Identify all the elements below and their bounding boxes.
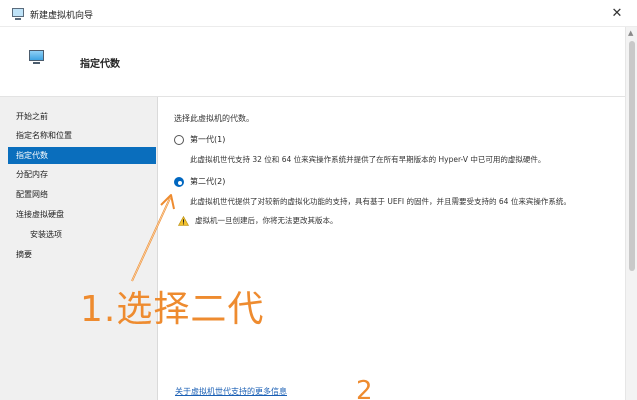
- gen2-option[interactable]: 第二代(2): [174, 176, 225, 187]
- gen1-option[interactable]: 第一代(1): [174, 134, 225, 145]
- sidebar-item-summary[interactable]: 摘要: [8, 246, 156, 263]
- sidebar-item-network[interactable]: 配置网络: [8, 186, 156, 203]
- sidebar-item-install-options[interactable]: 安装选项: [8, 226, 156, 243]
- scroll-thumb[interactable]: [629, 41, 635, 271]
- scrollbar[interactable]: ▲: [625, 27, 637, 400]
- more-info-link[interactable]: 关于虚拟机世代支持的更多信息: [175, 386, 287, 397]
- scroll-up-icon[interactable]: ▲: [628, 29, 633, 37]
- sidebar-item-virtual-disk[interactable]: 连接虚拟硬盘: [8, 206, 156, 223]
- warning-text: 虚拟机一旦创建后，你将无法更改其版本。: [195, 216, 338, 225]
- wizard-header: 指定代数: [0, 27, 625, 97]
- gen2-label[interactable]: 第二代(2): [190, 176, 225, 187]
- title-bar: 新建虚拟机向导 ✕: [0, 0, 637, 27]
- annotation-step2: 2: [356, 376, 373, 400]
- gen1-label[interactable]: 第一代(1): [190, 134, 225, 145]
- warning-icon: [178, 215, 189, 226]
- wizard-sidebar: 开始之前 指定名称和位置 指定代数 分配内存 配置网络 连接虚拟硬盘 安装选项 …: [0, 97, 158, 400]
- vm-window-icon: [12, 8, 24, 20]
- gen1-description: 此虚拟机世代支持 32 位和 64 位来宾操作系统并提供了在所有早期版本的 Hy…: [190, 155, 546, 164]
- sidebar-item-before-you-begin[interactable]: 开始之前: [8, 108, 156, 125]
- sidebar-item-generation[interactable]: 指定代数: [8, 147, 156, 164]
- annotation-step1: 1.选择二代: [80, 289, 265, 330]
- window-title: 新建虚拟机向导: [30, 11, 94, 21]
- page-title: 指定代数: [80, 59, 120, 70]
- sidebar-item-name-location[interactable]: 指定名称和位置: [8, 127, 156, 144]
- sidebar-item-memory[interactable]: 分配内存: [8, 166, 156, 183]
- close-button[interactable]: ✕: [597, 0, 637, 27]
- gen1-radio[interactable]: [174, 134, 184, 145]
- version-warning: 虚拟机一旦创建后，你将无法更改其版本。: [178, 215, 338, 226]
- wizard-content: 选择此虚拟机的代数。 第一代(1) 此虚拟机世代支持 32 位和 64 位来宾操…: [158, 97, 625, 400]
- gen2-description: 此虚拟机世代提供了对较新的虚拟化功能的支持，具有基于 UEFI 的固件，并且需要…: [190, 197, 571, 206]
- vm-header-icon: [29, 50, 44, 64]
- gen2-radio[interactable]: [174, 176, 184, 187]
- generation-prompt: 选择此虚拟机的代数。: [174, 114, 254, 123]
